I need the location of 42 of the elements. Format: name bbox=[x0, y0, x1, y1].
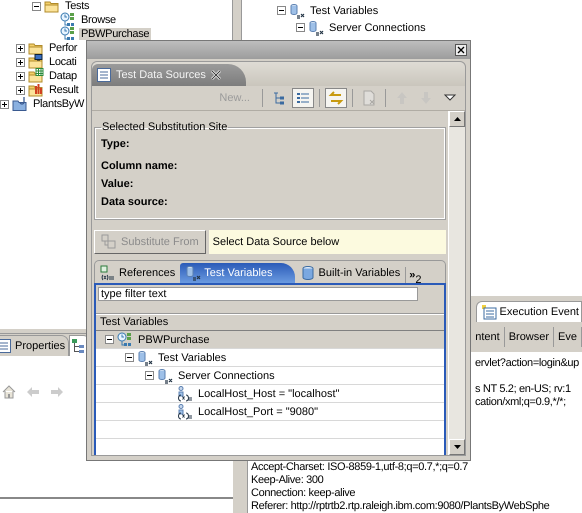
tab[interactable]: Built-in Variables bbox=[294, 263, 406, 283]
tree-item[interactable]: PlantsByW bbox=[31, 98, 86, 110]
tree-item[interactable]: Tests bbox=[63, 0, 92, 12]
output-line: ervlet?action=login&up bbox=[475, 357, 580, 370]
group-title: Selected Substitution Site bbox=[101, 121, 228, 133]
output-line: Accept-Charset: ISO-8859-1,utf-8;q=0.7,*;q=0.7 bbox=[251, 461, 469, 474]
tab[interactable]: References bbox=[95, 263, 180, 283]
tree-item[interactable]: PBWPurchase bbox=[136, 334, 212, 346]
hint-text: Select Data Source below bbox=[208, 230, 446, 254]
tree-item[interactable]: Test Variables bbox=[308, 4, 380, 16]
tree-row[interactable]: LocalHost_Port = "9080" bbox=[96, 403, 444, 421]
tree-item[interactable]: Result bbox=[47, 84, 80, 96]
tree-item[interactable]: Locati bbox=[47, 56, 79, 68]
output-line: Referer: http://rptrtb2.rtp.raleigh.ibm.com:9080/PlantsByWebSphe bbox=[251, 500, 550, 513]
field-label: Value: bbox=[101, 177, 134, 192]
tree-item[interactable]: Perfor bbox=[47, 42, 80, 54]
tree-item[interactable]: Browse bbox=[79, 14, 118, 26]
output-line: Keep-Alive: 300 bbox=[251, 474, 324, 487]
tree-item[interactable]: Server Connections bbox=[327, 22, 428, 34]
tree-item[interactable]: LocalHost_Host = "localhost" bbox=[196, 388, 342, 400]
tab[interactable]: Test Variables bbox=[180, 263, 295, 283]
tree-item[interactable]: PBWPurchase bbox=[79, 28, 152, 40]
tab[interactable]: Browser bbox=[504, 327, 554, 347]
field-label: Type: bbox=[101, 137, 131, 152]
tree-row[interactable]: PBWPurchase bbox=[96, 331, 444, 349]
output-line: cation/xml;q=0.9,*/*; bbox=[475, 396, 567, 409]
tree-item[interactable]: Datap bbox=[47, 70, 79, 82]
output-line: Connection: keep-alive bbox=[251, 487, 356, 500]
field-label: Data source: bbox=[101, 195, 169, 210]
view-tab[interactable]: Execution Event bbox=[476, 301, 582, 322]
view-tab[interactable]: Properties bbox=[0, 335, 70, 356]
column-header[interactable]: Test Variables bbox=[96, 314, 444, 331]
field-label: Column name: bbox=[101, 159, 178, 174]
tree-row[interactable]: Server Connections bbox=[96, 367, 444, 385]
tree-item[interactable]: Test Variables bbox=[156, 352, 228, 364]
tree-row[interactable]: LocalHost_Host = "localhost" bbox=[96, 385, 444, 403]
tree-item[interactable]: LocalHost_Port = "9080" bbox=[196, 406, 320, 418]
filter-field[interactable]: type filter text bbox=[98, 287, 418, 301]
output-line: s NT 5.2; en-US; rv:1 bbox=[475, 383, 572, 396]
tree-item[interactable]: Server Connections bbox=[176, 370, 277, 382]
tab[interactable]: Eve bbox=[554, 327, 582, 347]
tree-row[interactable]: Test Variables bbox=[96, 349, 444, 367]
